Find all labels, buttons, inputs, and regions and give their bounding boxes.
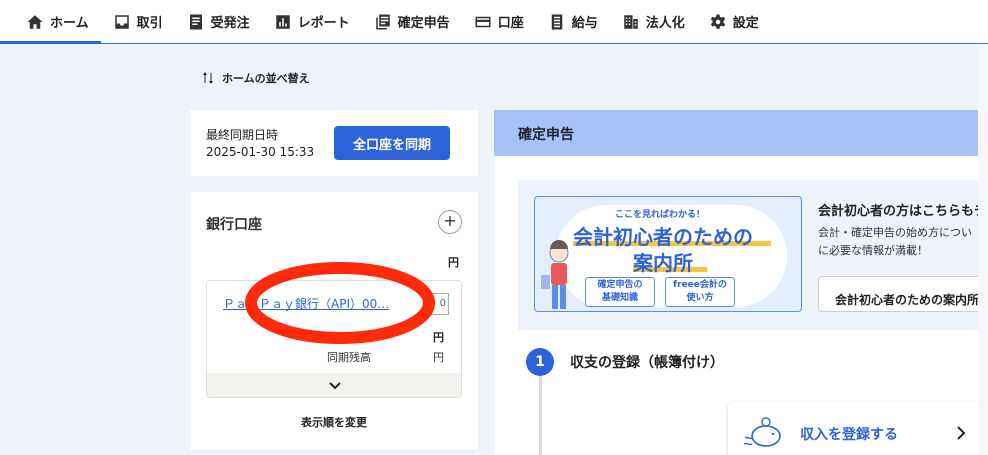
home-icon [27,14,43,29]
nav-label: ホーム [50,16,89,31]
nav-item-transactions[interactable]: 取引 [101,0,175,44]
guide-title: 会計初心者の方はこちらもチ [818,204,988,219]
piggy-bank-icon [743,417,781,447]
nav-label: レポート [297,16,350,31]
guide-description: に必要な情報が満載！ [818,244,928,257]
nav-item-home[interactable]: ホーム [0,0,101,44]
document-icon [189,14,202,29]
sync-card: 最終同期日時 2025-01-30 15:33 全口座を同期 [190,110,478,176]
yen-column-header: 円 [448,256,459,269]
banner-title-line2: 案内所 [633,251,693,275]
chip-line: 基礎知識 [601,293,638,303]
beginner-guide-button[interactable]: 会計初心者のための案内所 [818,276,988,312]
guide-person-icon [541,240,569,309]
nav-item-settings[interactable]: 設定 [697,0,771,44]
balance-yen: 円 [433,331,444,344]
nav-item-incorporation[interactable]: 法人化 [610,0,697,44]
sort-label: ホームの並べ替え [222,72,310,85]
how-to-use-chip: freee会計の 使い方 [665,277,735,307]
credit-card-icon [475,16,491,27]
step-connector-line [539,376,542,455]
sync-balance-yen: 円 [433,351,444,364]
nav-label: 法人化 [645,16,685,31]
tax-return-header: 確定申告 [494,110,988,156]
scrollbar-track[interactable] [978,44,988,455]
sync-all-accounts-button[interactable]: 全口座を同期 [334,126,450,160]
chip-line: freee会計の [673,280,727,290]
sync-balance-label: 同期残高 [327,351,371,364]
nav-item-accounts[interactable]: 口座 [462,0,536,44]
register-income-label: 収入を登録する [800,427,898,443]
step-title: 収支の登録（帳簿付け） [570,355,724,371]
change-display-order-button[interactable]: 表示順を変更 [190,414,478,430]
last-sync-label: 最終同期日時 [206,128,279,142]
banner-tagline: ここを見ればわかる！ [615,210,706,220]
register-income-button[interactable]: 収入を登録する [728,402,982,455]
building-icon [623,14,638,29]
bank-accounts-title: 銀行口座 [206,217,262,233]
inbox-icon [114,14,129,29]
bar-chart-icon [275,14,290,29]
bank-accounts-card: 銀行口座 + 円 ＰａｙＰａｙ銀行（API）00… 0 円 同期残高 円 表示順… [190,192,478,450]
balance-input[interactable]: 0 [427,293,449,315]
last-sync-time: 2025-01-30 15:33 [206,145,315,159]
expand-account-button[interactable] [207,373,461,397]
chevron-down-icon [329,382,341,390]
chip-line: 使い方 [686,293,714,303]
nav-item-payroll[interactable]: 給与 [536,0,610,44]
nav-item-reports[interactable]: レポート [262,0,362,44]
nav-label: 確定申告 [397,16,450,31]
add-bank-account-button[interactable]: + [438,210,462,234]
beginner-guide-box: ここを見ればわかる！ 会計初心者のための 案内所 確定申告の 基礎知識 free… [518,180,988,330]
nav-label: 口座 [497,16,524,31]
gear-icon [710,14,725,29]
payroll-icon [551,14,562,29]
tax-document-icon [375,14,390,29]
banner-title-line1: 会計初心者のための [573,225,753,249]
nav-label: 設定 [732,16,759,31]
nav-item-tax-return[interactable]: 確定申告 [362,0,462,44]
bank-account-link[interactable]: ＰａｙＰａｙ銀行（API）00… [223,295,389,312]
sort-arrows-icon [203,72,213,84]
nav-item-orders[interactable]: 受発注 [175,0,262,44]
top-navigation: ホーム 取引 受発注 レポート 確定申告 口座 給与 法人化 設定 [0,0,988,44]
beginner-guide-banner[interactable]: ここを見ればわかる！ 会計初心者のための 案内所 確定申告の 基礎知識 free… [534,196,802,312]
nav-label: 受発注 [210,16,250,31]
bank-account-item: ＰａｙＰａｙ銀行（API）00… 0 円 同期残高 円 [206,280,462,398]
tax-return-panel: ここを見ればわかる！ 会計初心者のための 案内所 確定申告の 基礎知識 free… [494,156,988,455]
nav-label: 取引 [136,16,163,31]
nav-label: 給与 [571,16,598,31]
home-sort-button[interactable]: ホームの並べ替え [202,70,310,86]
guide-description: 会計・確定申告の始め方につい [818,226,972,239]
chevron-right-icon [957,426,966,440]
tax-basics-chip: 確定申告の 基礎知識 [585,277,655,307]
step-number-badge: 1 [526,348,554,376]
chip-line: 確定申告の [597,280,643,290]
